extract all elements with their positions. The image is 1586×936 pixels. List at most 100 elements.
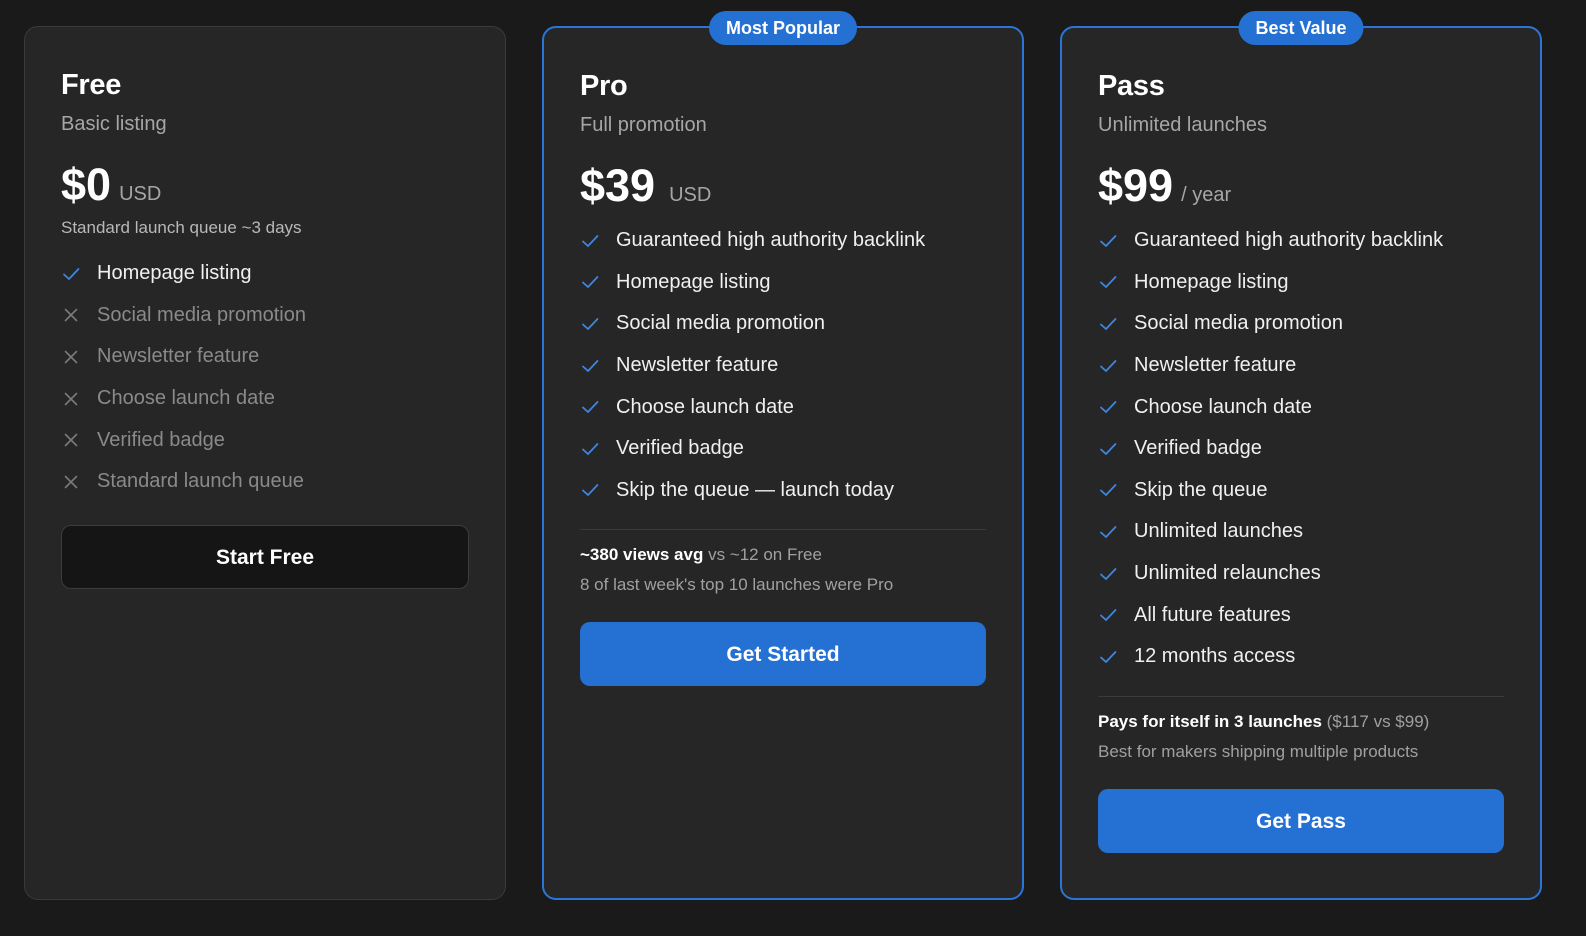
feature-label: Homepage listing — [1134, 270, 1289, 293]
price-row: $0 USD — [61, 157, 469, 213]
feature-label: 12 months access — [1134, 645, 1296, 668]
feature-item: All future features — [1098, 594, 1504, 636]
feature-item: Standard launch queue — [61, 461, 469, 503]
plan-name: Pro — [580, 70, 628, 102]
stat-line-views: ~380 views avg vs ~12 on Free — [580, 540, 986, 570]
stat-line-payback: Pays for itself in 3 launches ($117 vs $… — [1098, 707, 1504, 737]
check-icon — [582, 318, 599, 330]
feature-label: All future features — [1134, 603, 1291, 626]
plan-tagline: Full promotion — [580, 114, 707, 136]
feature-item: Guaranteed high authority backlink — [580, 220, 986, 262]
feature-label: Social media promotion — [1134, 312, 1343, 335]
check-icon — [1100, 609, 1117, 622]
feature-label: Skip the queue — [1134, 478, 1268, 501]
start-free-button[interactable]: Start Free — [61, 524, 469, 589]
feature-item: Unlimited launches — [1098, 511, 1504, 553]
feature-item: 12 months access — [1098, 636, 1504, 678]
feature-item: Homepage listing — [61, 253, 469, 295]
check-icon — [582, 359, 599, 372]
plan-card-pass: Best Value Pass Unlimited launches $99 /… — [1060, 11, 1542, 900]
feature-item: Homepage listing — [580, 262, 986, 304]
check-icon — [63, 267, 80, 280]
check-icon — [1100, 442, 1117, 455]
feature-item: Skip the queue — launch today — [580, 470, 986, 512]
check-icon — [1100, 526, 1117, 538]
feature-item: Social media promotion — [61, 295, 469, 337]
price-amount: $99 — [1098, 160, 1174, 211]
feature-label: Social media promotion — [97, 303, 306, 326]
feature-item: Homepage listing — [1098, 262, 1504, 304]
plan-name: Free — [61, 69, 122, 101]
feature-label: Standard launch queue — [97, 470, 304, 493]
cross-icon — [64, 350, 78, 364]
price-unit: / year — [1181, 184, 1232, 206]
feature-label: Unlimited launches — [1134, 520, 1303, 543]
most-popular-badge: Most Popular — [708, 11, 858, 45]
check-icon — [1100, 401, 1117, 414]
feature-item: Newsletter feature — [1098, 345, 1504, 387]
feature-label: Choose launch date — [1134, 395, 1312, 418]
feature-label: Unlimited relaunches — [1134, 562, 1321, 585]
price-amount: $0 — [61, 159, 112, 210]
feature-list: Homepage listing Social media promotion Ne… — [61, 253, 469, 503]
feature-label: Homepage listing — [616, 270, 771, 293]
check-icon — [1100, 359, 1117, 372]
check-icon — [1100, 318, 1117, 330]
cross-icon — [64, 433, 78, 447]
cross-icon — [64, 309, 78, 322]
feature-label: Verified badge — [616, 437, 744, 460]
check-icon — [582, 442, 599, 455]
plan-name: Pass — [1098, 70, 1165, 102]
stat-rest: ($117 vs $99) — [1321, 711, 1430, 731]
divider — [580, 529, 986, 531]
feature-label: Newsletter feature — [97, 345, 260, 368]
feature-label: Verified badge — [1134, 437, 1262, 460]
price-row: $99 / year — [1098, 158, 1504, 214]
check-icon — [1100, 484, 1117, 497]
check-icon — [582, 234, 599, 247]
stat-strong: Pays for itself in 3 launches — [1098, 711, 1322, 731]
feature-item: Verified badge — [61, 419, 469, 461]
get-started-button[interactable]: Get Started — [580, 622, 986, 687]
check-icon — [582, 401, 599, 414]
stat-line-top10: 8 of last week's top 10 launches were Pr… — [580, 575, 894, 595]
pricing-section: Free Basic listing $0 USD Standard launc… — [0, 0, 1586, 936]
feature-label: Newsletter feature — [1134, 354, 1297, 377]
feature-label: Choose launch date — [97, 387, 275, 410]
price-unit: USD — [669, 184, 712, 206]
feature-item: Social media promotion — [580, 303, 986, 345]
check-icon — [1100, 567, 1117, 580]
feature-list: Guaranteed high authority backlink Homepa… — [580, 220, 986, 511]
feature-label: Verified badge — [97, 428, 225, 451]
feature-item: Verified badge — [580, 428, 986, 470]
feature-item: Unlimited relaunches — [1098, 553, 1504, 595]
check-icon — [1100, 276, 1117, 289]
best-value-badge: Best Value — [1238, 11, 1364, 45]
check-icon — [582, 276, 599, 289]
price-amount: $39 — [580, 160, 656, 211]
check-icon — [582, 484, 599, 497]
feature-label: Homepage listing — [97, 262, 252, 285]
feature-item: Choose launch date — [580, 386, 986, 428]
feature-item: Skip the queue — [1098, 470, 1504, 512]
plan-card-free: Free Basic listing $0 USD Standard launc… — [24, 26, 506, 900]
plan-card-pro: Most Popular Pro Full promotion $39 USD … — [542, 11, 1024, 900]
price-note: Standard launch queue ~3 days — [61, 218, 302, 237]
feature-label: Newsletter feature — [616, 354, 779, 377]
get-pass-button[interactable]: Get Pass — [1098, 788, 1504, 853]
feature-label: Choose launch date — [616, 395, 794, 418]
stat-strong: ~380 views avg — [580, 545, 704, 565]
feature-item: Choose launch date — [1098, 386, 1504, 428]
price-row: $39 USD — [580, 158, 986, 214]
check-icon — [1100, 234, 1117, 247]
feature-item: Newsletter feature — [580, 345, 986, 387]
feature-label: Guaranteed high authority backlink — [616, 229, 926, 252]
plan-tagline: Unlimited launches — [1098, 114, 1267, 136]
feature-label: Guaranteed high authority backlink — [1134, 229, 1444, 252]
feature-item: Guaranteed high authority backlink — [1098, 220, 1504, 262]
cross-icon — [64, 475, 78, 489]
stat-rest: vs ~12 on Free — [703, 545, 822, 565]
price-unit: USD — [119, 183, 162, 205]
divider — [1098, 695, 1504, 697]
check-icon — [1100, 650, 1117, 663]
